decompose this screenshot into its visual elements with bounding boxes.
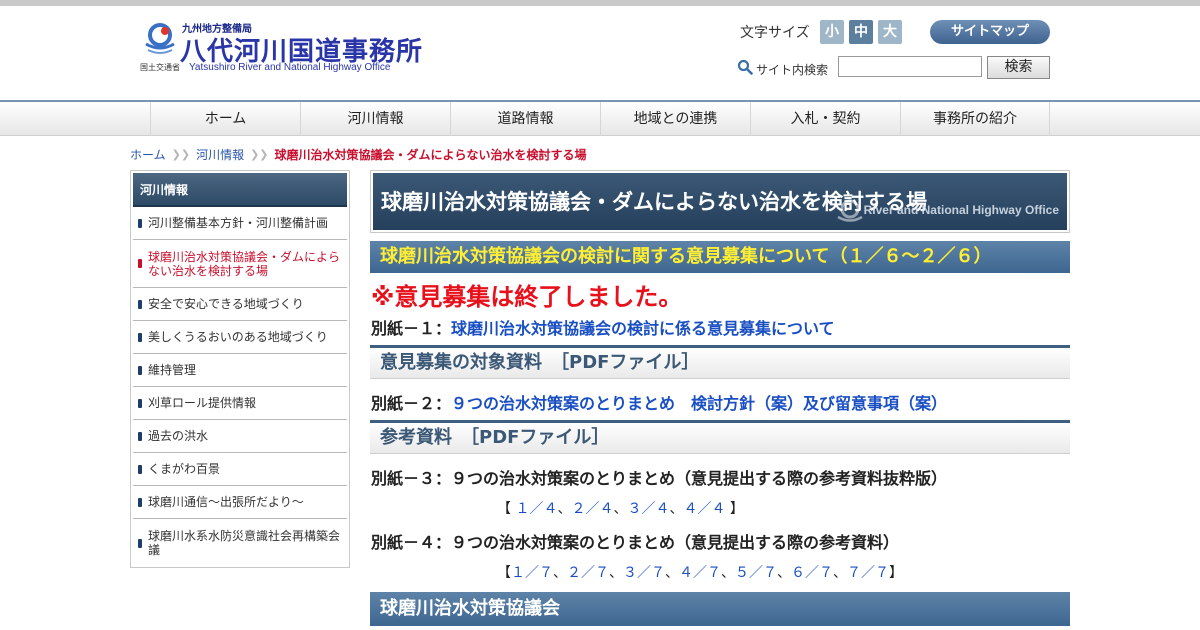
doc3-title: 別紙－３：９つの治水対策案のとりまとめ（意見提出する際の参考資料抜粋版） (371, 469, 948, 488)
doc2-line: 別紙－２：９つの治水対策案のとりまとめ 検討方針（案）及び留意事項（案） (371, 390, 947, 414)
breadcrumb-home[interactable]: ホーム (130, 146, 166, 163)
doc4-title: 別紙－４：９つの治水対策案のとりまとめ（意見提出する際の参考資料） (371, 533, 900, 552)
closed-notice: ※意見募集は終了しました。 (371, 283, 683, 311)
doc2-link[interactable]: ９つの治水対策案のとりまとめ 検討方針（案）及び留意事項（案） (451, 394, 947, 413)
bullet-icon (138, 538, 142, 548)
council-heading: 球磨川治水対策協議会 (370, 592, 1070, 626)
doc3-page-link[interactable]: ３／４ (627, 501, 669, 517)
sidebar-item-beautiful-community[interactable]: 美しくうるおいのある地域づくり (133, 321, 347, 354)
sitemap-button[interactable]: サイトマップ (930, 20, 1050, 44)
bullet-icon (138, 497, 142, 507)
bullet-icon (138, 299, 142, 309)
sidebar-item-safe-community[interactable]: 安全で安心できる地域づくり (133, 288, 347, 321)
page-title-box: 球磨川治水対策協議会・ダムによらない治水を検討する場 River and Nat… (370, 170, 1070, 233)
page-title: 球磨川治水対策協議会・ダムによらない治水を検討する場 (381, 190, 927, 214)
doc4-page-link[interactable]: ３／７ (623, 565, 665, 581)
section-reference-materials: 参考資料 ［PDFファイル］ (370, 420, 1070, 454)
breadcrumb-separator-icon: ❯❯ (171, 148, 191, 161)
doc3-page-link[interactable]: ２／４ (571, 501, 613, 517)
nav-bidding[interactable]: 入札・契約 (750, 102, 900, 136)
mlit-logo-icon (145, 23, 175, 54)
nav-office-intro[interactable]: 事務所の紹介 (900, 102, 1050, 136)
doc1-prefix: 別紙－１： (371, 319, 452, 338)
ministry-label: 国土交通省 (140, 63, 180, 72)
search-input[interactable] (838, 56, 982, 77)
doc4-page-link[interactable]: １／７ (511, 565, 553, 581)
nav-road-info[interactable]: 道路情報 (450, 102, 600, 136)
bullet-icon (138, 259, 142, 268)
breadcrumb: ホーム ❯❯ 河川情報 ❯❯ 球磨川治水対策協議会・ダムによらない治水を検討する場 (130, 146, 587, 162)
office-name-en: Yatsushiro River and National Highway Of… (189, 62, 391, 73)
doc4-page-link[interactable]: ６／７ (791, 565, 833, 581)
nav-river-info[interactable]: 河川情報 (300, 102, 450, 136)
sidebar-item-kumagawa-views[interactable]: くまがわ百景 (133, 453, 347, 486)
bullet-icon (138, 365, 142, 375)
bullet-icon (138, 431, 142, 441)
breadcrumb-separator-icon: ❯❯ (250, 148, 269, 161)
sidebar: 河川情報 河川整備基本方針・河川整備計画 球磨川治水対策協議会・ダムによらない治… (130, 170, 350, 568)
bullet-icon (138, 218, 142, 228)
doc1-line: 別紙－１：球磨川治水対策協議会の検討に係る意見募集について (371, 315, 835, 339)
doc1-link[interactable]: 球磨川治水対策協議会の検討に係る意見募集について (451, 319, 835, 338)
nav-community[interactable]: 地域との連携 (600, 102, 750, 136)
section-target-materials: 意見募集の対象資料 ［PDFファイル］ (370, 345, 1070, 379)
font-size-label: 文字サイズ (740, 25, 810, 41)
doc4-pages: 【１／７、２／７、３／７、４／７、５／７、６／７、７／７】 (497, 565, 903, 581)
nav-home[interactable]: ホーム (150, 102, 300, 136)
doc4-page-link[interactable]: ７／７ (847, 565, 889, 581)
breadcrumb-river-info[interactable]: 河川情報 (196, 146, 244, 163)
bullet-icon (138, 332, 142, 342)
sidebar-item-past-floods[interactable]: 過去の洪水 (133, 420, 347, 453)
font-size-small-button[interactable]: 小 (820, 20, 844, 44)
top-border (0, 0, 1200, 6)
sidebar-item-newsletter[interactable]: 球磨川通信～出張所だより～ (133, 486, 347, 519)
doc3-page-link[interactable]: １／４ (515, 501, 557, 517)
notice-heading: 球磨川治水対策協議会の検討に関する意見募集について（１／６～２／６） (370, 241, 1070, 273)
sidebar-item-grass-roll[interactable]: 刈草ロール提供情報 (133, 387, 347, 420)
sidebar-item-river-plan[interactable]: 河川整備基本方針・河川整備計画 (133, 207, 347, 240)
doc3-pages: 【 １／４、２／４、３／４、４／４ 】 (497, 501, 744, 517)
site-logo[interactable]: 国土交通省 九州地方整備局 八代河川国道事務所 Yatsushiro River… (140, 18, 440, 78)
font-size-medium-button[interactable]: 中 (849, 20, 873, 44)
global-nav: ホーム 河川情報 道路情報 地域との連携 入札・契約 事務所の紹介 (0, 100, 1200, 136)
sidebar-heading: 河川情報 (133, 173, 347, 207)
bullet-icon (138, 464, 142, 474)
doc4-page-link[interactable]: ５／７ (735, 565, 777, 581)
bullet-icon (138, 398, 142, 408)
doc4-page-link[interactable]: ４／７ (679, 565, 721, 581)
breadcrumb-current: 球磨川治水対策協議会・ダムによらない治水を検討する場 (274, 148, 587, 162)
search-label: サイト内検索 (756, 63, 829, 77)
font-size-large-button[interactable]: 大 (878, 20, 902, 44)
sidebar-item-flood-council[interactable]: 球磨川治水対策協議会・ダムによらない治水を検討する場 (133, 240, 347, 288)
sidebar-item-disaster-council[interactable]: 球磨川水系水防災意識社会再構築会議 (133, 519, 347, 567)
doc3-page-link[interactable]: ４／４ (683, 501, 725, 517)
search-icon (737, 59, 753, 75)
title-watermark: River and National Highway Office (863, 203, 1059, 217)
doc2-prefix: 別紙－２： (371, 394, 452, 413)
sidebar-item-maintenance[interactable]: 維持管理 (133, 354, 347, 387)
search-button[interactable]: 検索 (987, 56, 1050, 79)
doc4-page-link[interactable]: ２／７ (567, 565, 609, 581)
